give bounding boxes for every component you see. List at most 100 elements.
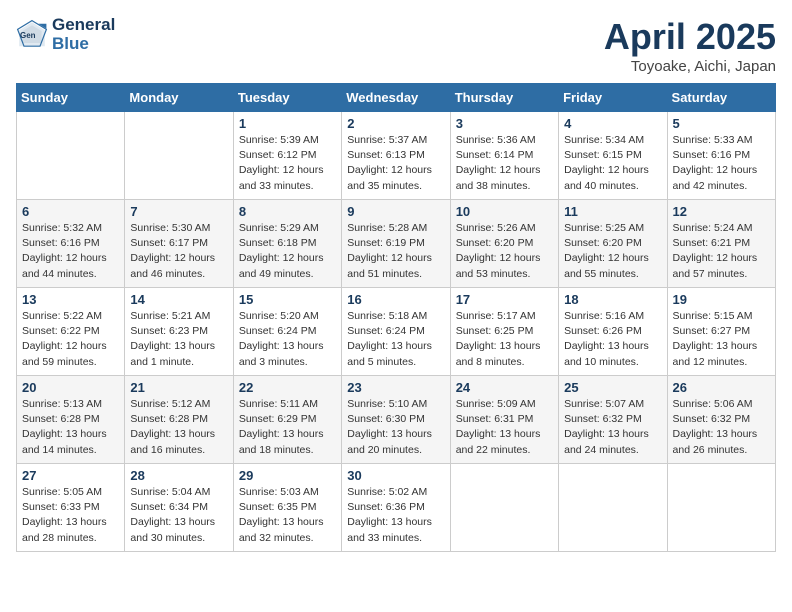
calendar-cell: 28 Sunrise: 5:04 AM Sunset: 6:34 PM Dayli… xyxy=(125,464,233,552)
calendar-cell: 7 Sunrise: 5:30 AM Sunset: 6:17 PM Daylig… xyxy=(125,200,233,288)
day-number: 16 xyxy=(347,292,444,307)
day-info: Sunrise: 5:02 AM Sunset: 6:36 PM Dayligh… xyxy=(347,485,444,546)
day-number: 5 xyxy=(673,116,770,131)
day-info: Sunrise: 5:37 AM Sunset: 6:13 PM Dayligh… xyxy=(347,133,444,194)
weekday-header-cell: Wednesday xyxy=(342,84,450,112)
day-info: Sunrise: 5:15 AM Sunset: 6:27 PM Dayligh… xyxy=(673,309,770,370)
calendar-cell: 24 Sunrise: 5:09 AM Sunset: 6:31 PM Dayli… xyxy=(450,376,558,464)
day-number: 2 xyxy=(347,116,444,131)
day-info: Sunrise: 5:16 AM Sunset: 6:26 PM Dayligh… xyxy=(564,309,661,370)
day-number: 28 xyxy=(130,468,227,483)
weekday-header-row: SundayMondayTuesdayWednesdayThursdayFrid… xyxy=(17,84,776,112)
calendar-cell: 17Sunrise: 5:17 AM Sunset: 6:25 PM Dayli… xyxy=(450,288,558,376)
day-info: Sunrise: 5:24 AM Sunset: 6:21 PM Dayligh… xyxy=(673,221,770,282)
day-info: Sunrise: 5:07 AM Sunset: 6:32 PM Dayligh… xyxy=(564,397,661,458)
day-info: Sunrise: 5:33 AM Sunset: 6:16 PM Dayligh… xyxy=(673,133,770,194)
calendar-cell: 11 Sunrise: 5:25 AM Sunset: 6:20 PM Dayli… xyxy=(559,200,667,288)
weekday-header-cell: Sunday xyxy=(17,84,125,112)
day-number: 29 xyxy=(239,468,336,483)
day-number: 30 xyxy=(347,468,444,483)
day-info: Sunrise: 5:22 AM Sunset: 6:22 PM Dayligh… xyxy=(22,309,119,370)
day-number: 25 xyxy=(564,380,661,395)
day-number: 23 xyxy=(347,380,444,395)
calendar-cell: 29 Sunrise: 5:03 AM Sunset: 6:35 PM Dayli… xyxy=(233,464,341,552)
day-info: Sunrise: 5:06 AM Sunset: 6:32 PM Dayligh… xyxy=(673,397,770,458)
weekday-header-cell: Thursday xyxy=(450,84,558,112)
calendar-cell: 12Sunrise: 5:24 AM Sunset: 6:21 PM Dayli… xyxy=(667,200,775,288)
logo-text-line1: General xyxy=(52,16,115,35)
calendar-cell xyxy=(667,464,775,552)
logo-icon: Gen xyxy=(16,19,48,51)
day-number: 4 xyxy=(564,116,661,131)
calendar-cell: 19 Sunrise: 5:15 AM Sunset: 6:27 PM Dayli… xyxy=(667,288,775,376)
calendar-cell: 30 Sunrise: 5:02 AM Sunset: 6:36 PM Dayli… xyxy=(342,464,450,552)
day-info: Sunrise: 5:21 AM Sunset: 6:23 PM Dayligh… xyxy=(130,309,227,370)
calendar-cell: 26 Sunrise: 5:06 AM Sunset: 6:32 PM Dayli… xyxy=(667,376,775,464)
day-number: 22 xyxy=(239,380,336,395)
logo-text-line2: Blue xyxy=(52,35,115,54)
title-block: April 2025 Toyoake, Aichi, Japan xyxy=(604,16,776,75)
calendar-cell: 16 Sunrise: 5:18 AM Sunset: 6:24 PM Dayli… xyxy=(342,288,450,376)
calendar-week-row: 13 Sunrise: 5:22 AM Sunset: 6:22 PM Dayli… xyxy=(17,288,776,376)
calendar-cell: 27 Sunrise: 5:05 AM Sunset: 6:33 PM Dayli… xyxy=(17,464,125,552)
calendar-cell xyxy=(559,464,667,552)
day-number: 27 xyxy=(22,468,119,483)
weekday-header-cell: Monday xyxy=(125,84,233,112)
calendar-cell: 21Sunrise: 5:12 AM Sunset: 6:28 PM Dayli… xyxy=(125,376,233,464)
calendar-cell: 4 Sunrise: 5:34 AM Sunset: 6:15 PM Daylig… xyxy=(559,112,667,200)
day-number: 24 xyxy=(456,380,553,395)
day-info: Sunrise: 5:18 AM Sunset: 6:24 PM Dayligh… xyxy=(347,309,444,370)
calendar-cell xyxy=(450,464,558,552)
svg-text:Gen: Gen xyxy=(20,31,36,40)
day-info: Sunrise: 5:04 AM Sunset: 6:34 PM Dayligh… xyxy=(130,485,227,546)
weekday-header-cell: Saturday xyxy=(667,84,775,112)
calendar-cell: 23Sunrise: 5:10 AM Sunset: 6:30 PM Dayli… xyxy=(342,376,450,464)
calendar-cell: 10 Sunrise: 5:26 AM Sunset: 6:20 PM Dayli… xyxy=(450,200,558,288)
calendar-cell: 22 Sunrise: 5:11 AM Sunset: 6:29 PM Dayli… xyxy=(233,376,341,464)
calendar-title: April 2025 xyxy=(604,16,776,58)
day-info: Sunrise: 5:36 AM Sunset: 6:14 PM Dayligh… xyxy=(456,133,553,194)
calendar-cell xyxy=(125,112,233,200)
calendar-cell: 8 Sunrise: 5:29 AM Sunset: 6:18 PM Daylig… xyxy=(233,200,341,288)
calendar-cell: 18Sunrise: 5:16 AM Sunset: 6:26 PM Dayli… xyxy=(559,288,667,376)
day-number: 6 xyxy=(22,204,119,219)
day-info: Sunrise: 5:05 AM Sunset: 6:33 PM Dayligh… xyxy=(22,485,119,546)
day-info: Sunrise: 5:34 AM Sunset: 6:15 PM Dayligh… xyxy=(564,133,661,194)
calendar-cell: 6 Sunrise: 5:32 AM Sunset: 6:16 PM Daylig… xyxy=(17,200,125,288)
calendar-cell: 20Sunrise: 5:13 AM Sunset: 6:28 PM Dayli… xyxy=(17,376,125,464)
calendar-subtitle: Toyoake, Aichi, Japan xyxy=(604,58,776,75)
day-number: 13 xyxy=(22,292,119,307)
calendar-cell: 13 Sunrise: 5:22 AM Sunset: 6:22 PM Dayli… xyxy=(17,288,125,376)
calendar-cell xyxy=(17,112,125,200)
day-info: Sunrise: 5:09 AM Sunset: 6:31 PM Dayligh… xyxy=(456,397,553,458)
day-info: Sunrise: 5:30 AM Sunset: 6:17 PM Dayligh… xyxy=(130,221,227,282)
calendar-cell: 2 Sunrise: 5:37 AM Sunset: 6:13 PM Daylig… xyxy=(342,112,450,200)
day-info: Sunrise: 5:20 AM Sunset: 6:24 PM Dayligh… xyxy=(239,309,336,370)
day-info: Sunrise: 5:03 AM Sunset: 6:35 PM Dayligh… xyxy=(239,485,336,546)
day-number: 10 xyxy=(456,204,553,219)
calendar-week-row: 27 Sunrise: 5:05 AM Sunset: 6:33 PM Dayli… xyxy=(17,464,776,552)
day-number: 19 xyxy=(673,292,770,307)
day-number: 9 xyxy=(347,204,444,219)
calendar-cell: 25 Sunrise: 5:07 AM Sunset: 6:32 PM Dayli… xyxy=(559,376,667,464)
day-number: 11 xyxy=(564,204,661,219)
day-info: Sunrise: 5:32 AM Sunset: 6:16 PM Dayligh… xyxy=(22,221,119,282)
day-info: Sunrise: 5:39 AM Sunset: 6:12 PM Dayligh… xyxy=(239,133,336,194)
day-number: 3 xyxy=(456,116,553,131)
calendar-week-row: 6 Sunrise: 5:32 AM Sunset: 6:16 PM Daylig… xyxy=(17,200,776,288)
day-number: 7 xyxy=(130,204,227,219)
day-info: Sunrise: 5:29 AM Sunset: 6:18 PM Dayligh… xyxy=(239,221,336,282)
day-info: Sunrise: 5:17 AM Sunset: 6:25 PM Dayligh… xyxy=(456,309,553,370)
day-number: 21 xyxy=(130,380,227,395)
calendar-week-row: 20Sunrise: 5:13 AM Sunset: 6:28 PM Dayli… xyxy=(17,376,776,464)
page-header: Gen General Blue April 2025 Toyoake, Aic… xyxy=(16,16,776,75)
day-info: Sunrise: 5:26 AM Sunset: 6:20 PM Dayligh… xyxy=(456,221,553,282)
day-number: 8 xyxy=(239,204,336,219)
weekday-header-cell: Friday xyxy=(559,84,667,112)
day-info: Sunrise: 5:13 AM Sunset: 6:28 PM Dayligh… xyxy=(22,397,119,458)
day-info: Sunrise: 5:11 AM Sunset: 6:29 PM Dayligh… xyxy=(239,397,336,458)
calendar-cell: 3 Sunrise: 5:36 AM Sunset: 6:14 PM Daylig… xyxy=(450,112,558,200)
day-number: 26 xyxy=(673,380,770,395)
day-info: Sunrise: 5:25 AM Sunset: 6:20 PM Dayligh… xyxy=(564,221,661,282)
calendar-cell: 5 Sunrise: 5:33 AM Sunset: 6:16 PM Daylig… xyxy=(667,112,775,200)
